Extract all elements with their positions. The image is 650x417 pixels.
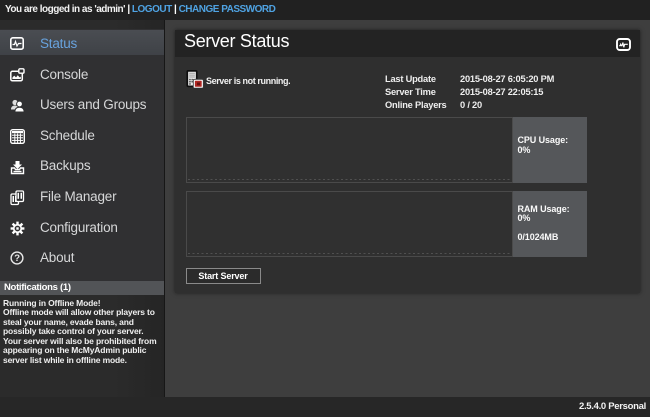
svg-text:?: ? xyxy=(14,254,20,265)
